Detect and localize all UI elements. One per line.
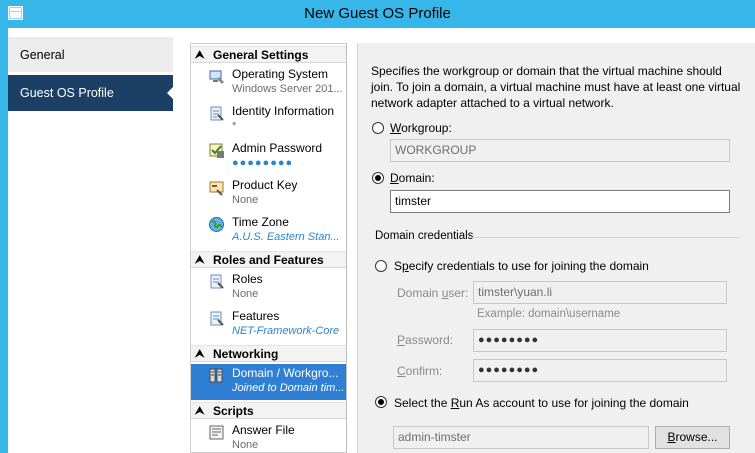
item-value: None: [232, 194, 259, 206]
runas-account-input[interactable]: admin-timster: [393, 426, 649, 449]
settings-item-answer-file[interactable]: Answer File None: [191, 421, 346, 452]
workgroup-label[interactable]: Workgroup:: [390, 121, 452, 135]
item-name: Domain / Workgro...: [232, 366, 339, 380]
key-icon: [209, 181, 224, 196]
specify-label-mnemonic: p: [402, 259, 409, 273]
item-value: None: [232, 288, 259, 300]
globe-icon: [209, 217, 224, 232]
settings-item-identity-information[interactable]: Identity Information *: [191, 102, 346, 138]
answer-file-icon: [209, 425, 224, 440]
confirm-label-mnemonic: C: [397, 364, 406, 378]
item-name: Features: [232, 309, 280, 323]
domain-user-label-pre: Domain: [397, 286, 442, 300]
workgroup-label-mnemonic: W: [390, 121, 402, 135]
browse-label-text: rowse...: [675, 430, 718, 444]
runas-account-label[interactable]: Select the Run As account to use for joi…: [394, 396, 689, 410]
domain-user-label-text: ser:: [448, 286, 469, 300]
item-name: Identity Information: [232, 104, 335, 118]
section-roles-and-features[interactable]: ⮝ Roles and Features: [191, 251, 346, 268]
domain-radio[interactable]: [372, 172, 384, 184]
runas-account-radio[interactable]: [375, 396, 387, 408]
confirm-password-input[interactable]: ●●●●●●●●: [473, 359, 727, 382]
settings-item-time-zone[interactable]: Time Zone A.U.S. Eastern Stan...: [191, 213, 346, 249]
password-label: Password:: [397, 333, 453, 347]
domain-credentials-group-title: Domain credentials: [375, 230, 474, 242]
password-icon: [209, 143, 224, 158]
collapse-chevron-icon: ⮝: [195, 49, 205, 61]
item-value: NET-Framework-Core: [232, 325, 340, 337]
password-label-mnemonic: P: [397, 333, 406, 347]
panel-description: Specifies the workgroup or domain that t…: [371, 64, 741, 110]
group-divider: [469, 237, 739, 238]
browse-button[interactable]: Browse...: [655, 426, 730, 449]
confirm-label: Confirm:: [397, 364, 442, 378]
collapse-chevron-icon: ⮝: [195, 405, 205, 417]
item-value: None: [232, 439, 259, 451]
domain-user-input[interactable]: timster\yuan.li: [473, 281, 727, 304]
roles-icon: [210, 274, 224, 289]
confirm-label-text: onfirm:: [405, 364, 443, 378]
collapse-chevron-icon: ⮝: [195, 254, 205, 266]
item-value: ●●●●●●●●: [232, 157, 294, 169]
item-value: *: [232, 120, 237, 132]
workgroup-input[interactable]: WORKGROUP: [390, 139, 730, 162]
section-general-settings[interactable]: ⮝ General Settings: [191, 46, 346, 63]
item-value: Windows Server 201...: [232, 83, 343, 95]
window-title: New Guest OS Profile: [304, 5, 451, 22]
item-name: Answer File: [232, 423, 295, 437]
section-networking[interactable]: ⮝ Networking: [191, 345, 346, 362]
domain-input[interactable]: timster: [390, 190, 730, 213]
section-scripts[interactable]: ⮝ Scripts: [191, 402, 346, 419]
settings-item-operating-system[interactable]: Operating System Windows Server 201...: [191, 65, 346, 101]
settings-list: ⮝ General Settings Operating System Wind…: [190, 43, 347, 453]
network-icon: [209, 368, 223, 383]
settings-item-roles[interactable]: Roles None: [191, 270, 346, 306]
specify-label-pre: S: [394, 259, 403, 273]
domain-workgroup-panel: Specifies the workgroup or domain that t…: [357, 43, 755, 453]
item-name: Time Zone: [232, 215, 289, 229]
settings-item-admin-password[interactable]: Admin Password ●●●●●●●●: [191, 139, 346, 175]
workgroup-radio[interactable]: [372, 122, 384, 134]
item-name: Admin Password: [232, 141, 323, 155]
section-title: General Settings: [213, 48, 309, 62]
domain-user-label: Domain user:: [397, 286, 468, 300]
password-label-text: assword:: [405, 333, 454, 347]
domain-label-mnemonic: D: [390, 171, 399, 185]
domain-user-hint: Example: domain\username: [477, 308, 621, 320]
item-name: Operating System: [232, 67, 329, 81]
title-bar: New Guest OS Profile: [0, 0, 755, 28]
settings-list-gutter: [347, 43, 357, 453]
settings-item-product-key[interactable]: Product Key None: [191, 176, 346, 212]
item-value: Joined to Domain tim...: [232, 382, 344, 394]
nav-spacer: [173, 28, 190, 453]
section-title: Networking: [213, 347, 279, 361]
item-name: Product Key: [232, 178, 298, 192]
specify-credentials-radio[interactable]: [375, 260, 387, 272]
nav-item-guest-os-profile[interactable]: Guest OS Profile: [8, 75, 173, 111]
nav-item-general[interactable]: General: [8, 37, 173, 73]
domain-label[interactable]: Domain:: [390, 171, 435, 185]
collapse-chevron-icon: ⮝: [195, 348, 205, 360]
settings-item-features[interactable]: Features NET-Framework-Core: [191, 307, 346, 343]
features-icon: [210, 311, 224, 326]
specify-label-text: ecify credentials to use for joining the…: [408, 259, 649, 273]
runas-label-pre: Select the: [394, 396, 451, 410]
workgroup-label-text: orkgroup:: [401, 121, 452, 135]
item-name: Roles: [232, 272, 263, 286]
settings-item-domain-workgroup[interactable]: Domain / Workgro... Joined to Domain tim…: [191, 364, 346, 400]
section-title: Scripts: [213, 404, 254, 418]
password-input[interactable]: ●●●●●●●●: [473, 329, 727, 352]
section-title: Roles and Features: [213, 253, 324, 267]
runas-label-text: un As account to use for joining the dom…: [459, 396, 689, 410]
left-nav: General Guest OS Profile: [8, 28, 173, 453]
domain-label-text: omain:: [398, 171, 435, 185]
specify-credentials-label[interactable]: Specify credentials to use for joining t…: [394, 259, 649, 273]
item-value: A.U.S. Eastern Stan...: [232, 231, 340, 243]
window-frame: [0, 28, 8, 453]
identity-icon: [210, 106, 224, 121]
browse-label-mnemonic: B: [667, 430, 676, 444]
computer-icon: [209, 70, 224, 84]
